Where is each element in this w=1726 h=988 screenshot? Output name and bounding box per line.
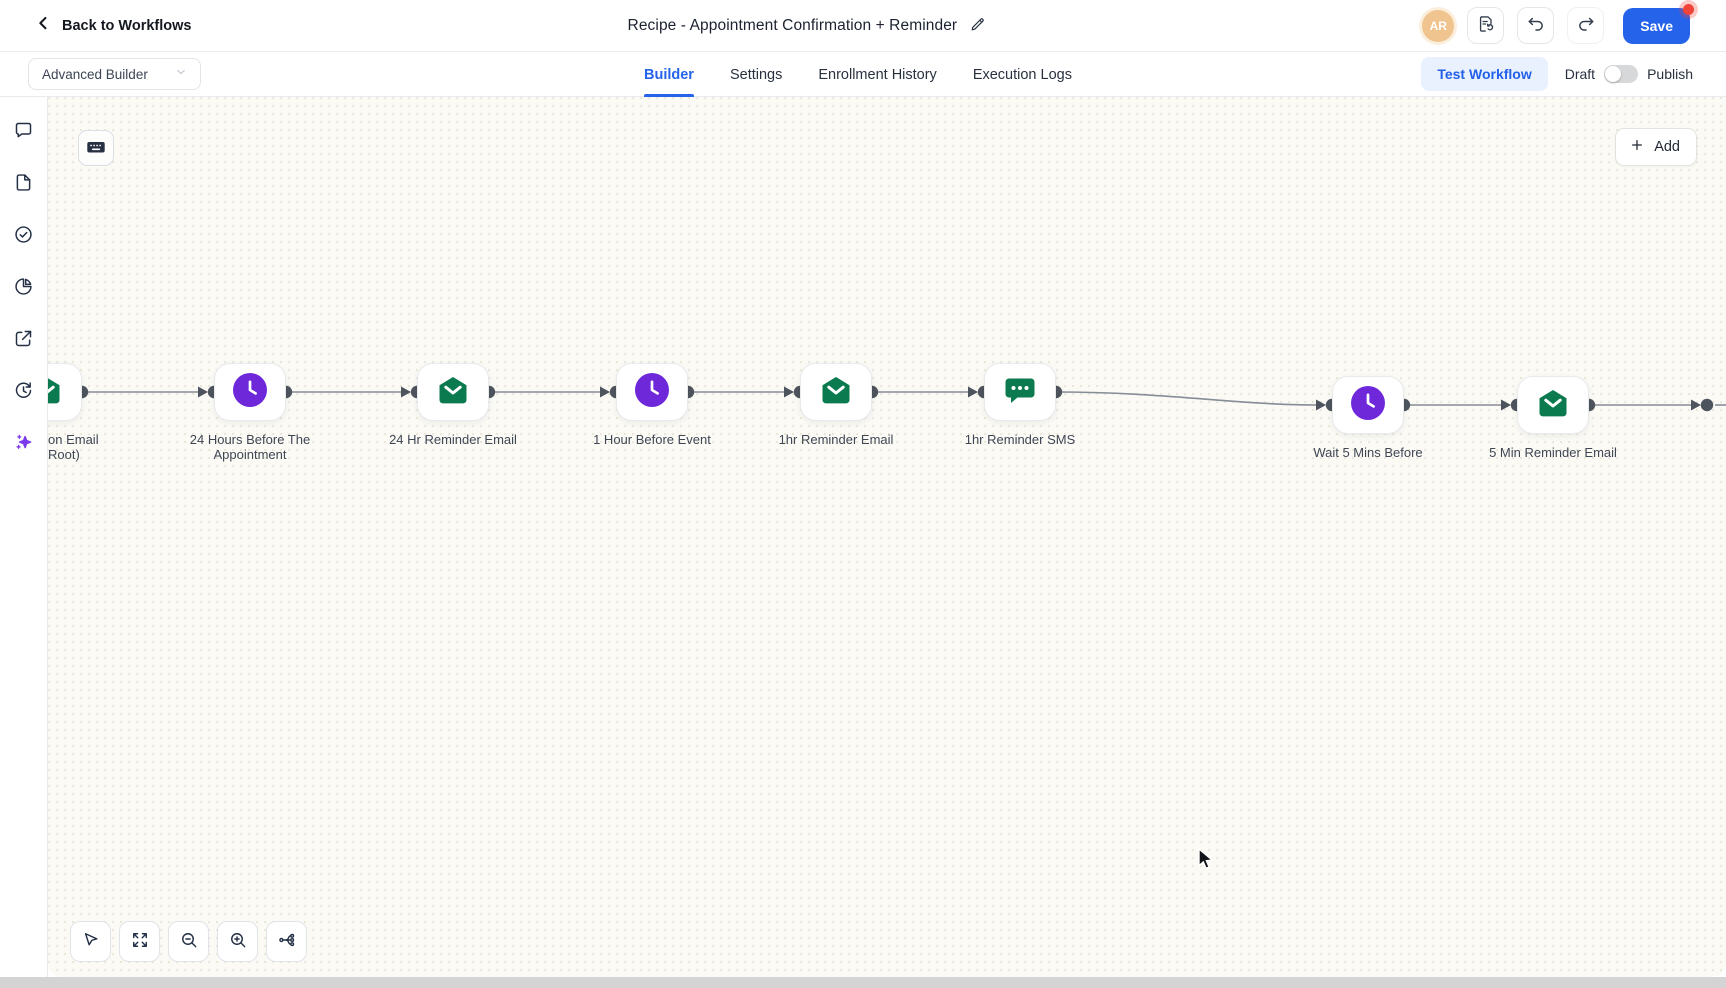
node-confirmation-email-root[interactable] xyxy=(48,363,82,421)
page-title: Recipe - Appointment Confirmation + Remi… xyxy=(628,17,958,35)
comment-icon xyxy=(13,120,34,144)
sidebar-item-external-link[interactable] xyxy=(9,327,39,353)
file-icon xyxy=(13,172,34,196)
zoom-in-tool-button[interactable] xyxy=(217,921,258,962)
node-1hr-reminder-sms[interactable] xyxy=(984,363,1056,421)
toggle-knob xyxy=(1605,66,1621,82)
zoom-out-tool-button[interactable] xyxy=(168,921,209,962)
node-label-wait-5-mins-before: Wait 5 Mins Before xyxy=(1288,445,1448,460)
keyboard-icon xyxy=(85,136,107,161)
redo-button[interactable] xyxy=(1567,7,1604,44)
back-label: Back to Workflows xyxy=(62,18,191,34)
sidebar-item-file[interactable] xyxy=(9,171,39,197)
ai-sparkles-icon xyxy=(13,432,34,456)
sidebar-item-ai-sparkles[interactable] xyxy=(9,431,39,457)
tab-settings[interactable]: Settings xyxy=(730,52,782,97)
add-node-button[interactable]: Add xyxy=(1615,128,1697,166)
tab-bar: Builder Settings Enrollment History Executi… xyxy=(644,52,1072,97)
node-label-5-min-reminder-email: 5 Min Reminder Email xyxy=(1473,445,1633,460)
tab-enrollment-history[interactable]: Enrollment History xyxy=(818,52,936,97)
sidebar-item-check-circle[interactable] xyxy=(9,223,39,249)
sidebar-item-history[interactable] xyxy=(9,379,39,405)
pie-chart-icon xyxy=(13,276,34,300)
auto-layout-icon xyxy=(277,930,297,953)
sidebar-item-pie-chart[interactable] xyxy=(9,275,39,301)
clock-node-icon xyxy=(634,372,670,413)
test-workflow-button[interactable]: Test Workflow xyxy=(1421,57,1547,91)
history-icon xyxy=(13,380,34,404)
undo-button[interactable] xyxy=(1517,7,1554,44)
builder-mode-label: Advanced Builder xyxy=(42,67,148,82)
avatar[interactable]: AR xyxy=(1422,10,1454,42)
clock-node-icon xyxy=(232,372,268,413)
mouse-cursor xyxy=(1197,848,1219,877)
workflow-builder-app: Back to Workflows Recipe - Appointment C… xyxy=(0,0,1726,988)
left-sidebar xyxy=(0,97,48,977)
subheader: Advanced Builder Builder Settings Enrollme… xyxy=(0,52,1726,97)
zoom-in-icon xyxy=(228,930,248,953)
node-wait-5-mins-before[interactable] xyxy=(1332,376,1404,434)
publish-toggle[interactable] xyxy=(1604,65,1638,83)
check-circle-icon xyxy=(13,224,34,248)
window-bottom-strip xyxy=(0,977,1726,988)
node-label-1hr-reminder-email: 1hr Reminder Email xyxy=(756,432,916,447)
chevron-down-icon xyxy=(174,65,188,84)
tab-execution-logs[interactable]: Execution Logs xyxy=(973,52,1072,97)
email-node-icon xyxy=(1535,385,1571,426)
email-node-icon xyxy=(435,372,471,413)
builder-mode-select[interactable]: Advanced Builder xyxy=(28,58,201,90)
keyboard-shortcuts-button[interactable] xyxy=(78,130,114,166)
redo-icon xyxy=(1576,14,1596,37)
node-24-hr-reminder-email[interactable] xyxy=(417,363,489,421)
unsaved-changes-badge xyxy=(1683,4,1694,15)
node-label-confirmation-email-root: on Email Root) xyxy=(48,432,158,463)
pencil-icon xyxy=(969,16,986,36)
cursor-tool-button[interactable] xyxy=(70,921,111,962)
draft-label: Draft xyxy=(1565,66,1595,82)
external-link-icon xyxy=(13,328,34,352)
node-label-wait-24-hours-before-appointment: 24 Hours Before The Appointment xyxy=(170,432,330,463)
cursor-icon xyxy=(81,930,101,953)
publish-label: Publish xyxy=(1647,66,1693,82)
revision-history-button[interactable] xyxy=(1467,7,1504,44)
email-node-icon xyxy=(48,372,64,413)
canvas-toolbar xyxy=(70,921,307,962)
sms-node-icon xyxy=(1002,372,1038,413)
fit-screen-tool-button[interactable] xyxy=(119,921,160,962)
back-button[interactable]: Back to Workflows xyxy=(34,14,191,38)
email-node-icon xyxy=(818,372,854,413)
workflow-canvas[interactable]: Add on Email Root) 24 Hours Before The Ap… xyxy=(48,97,1726,977)
node-label-24-hr-reminder-email: 24 Hr Reminder Email xyxy=(373,432,533,447)
workflow-connections xyxy=(48,97,1726,977)
fit-screen-icon xyxy=(130,930,150,953)
node-wait-24-hours-before-appointment[interactable] xyxy=(214,363,286,421)
tab-builder[interactable]: Builder xyxy=(644,52,694,97)
save-button[interactable]: Save xyxy=(1623,8,1690,44)
plus-icon xyxy=(1629,137,1645,157)
edit-title-button[interactable] xyxy=(969,16,986,36)
zoom-out-icon xyxy=(179,930,199,953)
node-wait-1-hour-before-event[interactable] xyxy=(616,363,688,421)
sidebar-item-comment[interactable] xyxy=(9,119,39,145)
back-chevron-icon xyxy=(34,14,53,38)
node-label-1hr-reminder-sms: 1hr Reminder SMS xyxy=(940,432,1100,447)
undo-icon xyxy=(1526,14,1546,37)
revision-history-icon xyxy=(1476,14,1496,37)
add-label: Add xyxy=(1654,139,1680,155)
node-5-min-reminder-email[interactable] xyxy=(1517,376,1589,434)
node-1hr-reminder-email[interactable] xyxy=(800,363,872,421)
auto-layout-tool-button[interactable] xyxy=(266,921,307,962)
clock-node-icon xyxy=(1350,385,1386,426)
node-label-wait-1-hour-before-event: 1 Hour Before Event xyxy=(572,432,732,447)
header: Back to Workflows Recipe - Appointment C… xyxy=(0,0,1726,52)
